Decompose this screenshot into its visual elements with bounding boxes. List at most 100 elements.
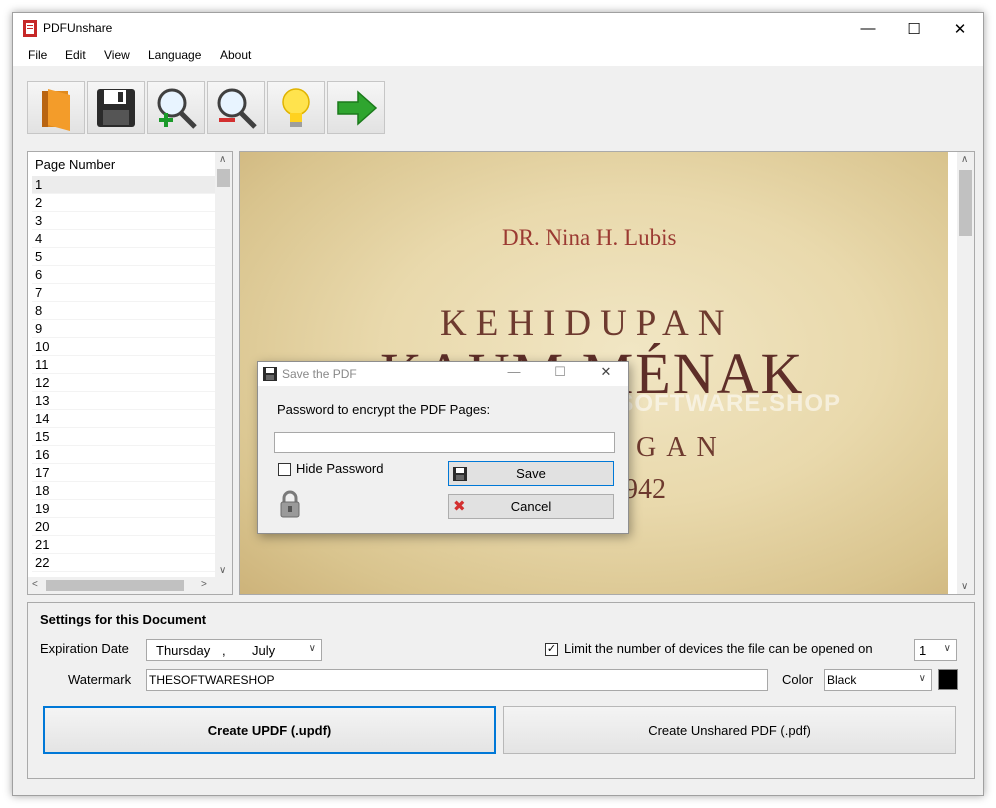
maximize-button[interactable]: ☐: [891, 13, 937, 44]
list-item[interactable]: 9: [32, 320, 216, 338]
device-limit-value: 1: [919, 643, 927, 658]
hide-password-label: Hide Password: [296, 461, 384, 476]
book-title-line-4: 942: [624, 474, 666, 505]
limit-devices-checkbox[interactable]: ✓: [545, 643, 558, 656]
list-item[interactable]: 11: [32, 356, 216, 374]
scroll-thumb[interactable]: [217, 169, 230, 187]
scroll-up-arrow-icon[interactable]: ∧: [219, 154, 226, 165]
expiration-date-picker[interactable]: Thursday , July ∨: [146, 639, 322, 661]
dialog-cancel-button[interactable]: ✖ Cancel: [448, 494, 614, 519]
scroll-left-arrow-icon[interactable]: <: [32, 579, 38, 590]
password-input[interactable]: [274, 432, 615, 453]
scroll-up-arrow-icon[interactable]: ∧: [961, 154, 968, 165]
open-file-button[interactable]: [27, 81, 85, 134]
device-limit-select[interactable]: 1 ∨: [914, 639, 957, 661]
list-item[interactable]: 18: [32, 482, 216, 500]
chevron-down-icon: ∨: [308, 643, 316, 654]
save-button[interactable]: [87, 81, 145, 134]
hide-password-checkbox[interactable]: [278, 463, 291, 476]
page-list-horizontal-scrollbar[interactable]: < >: [28, 577, 232, 594]
menu-about[interactable]: About: [220, 48, 251, 62]
create-unshared-pdf-button[interactable]: Create Unshared PDF (.pdf): [503, 706, 956, 754]
list-item[interactable]: 3: [32, 212, 216, 230]
list-item[interactable]: 16: [32, 446, 216, 464]
menu-bar: File Edit View Language About: [13, 44, 983, 66]
scroll-down-arrow-icon[interactable]: ∨: [961, 581, 968, 592]
dialog-close-button[interactable]: ✕: [592, 364, 620, 384]
green-arrow-icon: [337, 89, 378, 126]
dialog-maximize-button[interactable]: ☐: [546, 364, 574, 384]
scroll-right-arrow-icon[interactable]: >: [201, 579, 207, 590]
menu-language[interactable]: Language: [148, 48, 201, 62]
title-bar: PDFUnshare — ☐ ✕: [13, 13, 983, 44]
color-swatch[interactable]: [938, 669, 958, 690]
color-label: Color: [782, 672, 814, 687]
document-settings-panel: Settings for this Document Expiration Da…: [27, 602, 975, 779]
create-updf-button[interactable]: Create UPDF (.updf): [43, 706, 496, 754]
chevron-down-icon: ∨: [918, 673, 926, 684]
list-item[interactable]: 7: [32, 284, 216, 302]
cancel-x-icon: ✖: [453, 498, 466, 515]
expiration-date-label: Expiration Date: [40, 641, 129, 656]
color-value: Black: [827, 673, 857, 687]
app-icon: [23, 20, 37, 37]
list-item[interactable]: 17: [32, 464, 216, 482]
zoom-in-button[interactable]: [147, 81, 205, 134]
app-window: PDFUnshare — ☐ ✕ File Edit View Language…: [12, 12, 984, 796]
preview-vertical-scrollbar[interactable]: ∧ ∨: [957, 152, 974, 594]
minimize-button[interactable]: —: [845, 13, 891, 44]
dialog-minimize-button[interactable]: —: [500, 364, 528, 384]
book-author: DR. Nina H. Lubis: [502, 225, 677, 250]
lock-icon: [280, 490, 300, 518]
book-title-line-1: KEHIDUPAN: [440, 303, 734, 344]
page-list-vertical-scrollbar[interactable]: ∧ ∨: [215, 152, 232, 578]
list-item[interactable]: 13: [32, 392, 216, 410]
save-label: Save: [516, 466, 546, 481]
tips-button[interactable]: [267, 81, 325, 134]
list-item[interactable]: 10: [32, 338, 216, 356]
dialog-title: Save the PDF: [282, 367, 357, 381]
password-prompt: Password to encrypt the PDF Pages:: [277, 402, 491, 417]
list-item[interactable]: 6: [32, 266, 216, 284]
scroll-thumb[interactable]: [46, 580, 184, 591]
menu-file[interactable]: File: [28, 48, 47, 62]
list-item[interactable]: 19: [32, 500, 216, 518]
list-item[interactable]: 15: [32, 428, 216, 446]
window-title: PDFUnshare: [43, 21, 113, 35]
page-rows: 1 2 3 4 5 6 7 8 9 10 11 12 13 14 15 16 1…: [32, 176, 216, 572]
settings-title: Settings for this Document: [40, 612, 207, 627]
list-item[interactable]: 4: [32, 230, 216, 248]
expiration-day: Thursday: [156, 643, 211, 658]
menu-edit[interactable]: Edit: [65, 48, 86, 62]
chevron-down-icon: ∨: [943, 643, 951, 654]
list-item[interactable]: 14: [32, 410, 216, 428]
list-item[interactable]: 12: [32, 374, 216, 392]
floppy-icon: [453, 467, 467, 481]
list-item[interactable]: 21: [32, 536, 216, 554]
limit-devices-label: Limit the number of devices the file can…: [564, 641, 873, 656]
color-select[interactable]: Black ∨: [824, 669, 932, 691]
dialog-title-bar: Save the PDF — ☐ ✕: [258, 362, 628, 386]
next-button[interactable]: [327, 81, 385, 134]
zoom-out-button[interactable]: [207, 81, 265, 134]
expiration-separator: ,: [222, 643, 226, 658]
list-item[interactable]: 22: [32, 554, 216, 572]
list-item[interactable]: 1: [32, 176, 216, 194]
list-item[interactable]: 2: [32, 194, 216, 212]
scroll-down-arrow-icon[interactable]: ∨: [219, 565, 226, 576]
scroll-thumb[interactable]: [959, 170, 972, 236]
zoom-out-icon: [217, 88, 257, 129]
book-title-line-3: GAN: [636, 432, 727, 463]
page-list[interactable]: Page Number 1 2 3 4 5 6 7 8 9 10 11 12 1…: [27, 151, 233, 595]
list-item[interactable]: 8: [32, 302, 216, 320]
list-item[interactable]: 20: [32, 518, 216, 536]
list-item[interactable]: 5: [32, 248, 216, 266]
zoom-in-icon: [157, 88, 197, 129]
dialog-save-button[interactable]: Save: [448, 461, 614, 486]
watermark-input[interactable]: THESOFTWARESHOP: [146, 669, 768, 691]
open-file-icon: [42, 88, 70, 131]
cancel-label: Cancel: [510, 499, 552, 514]
close-button[interactable]: ✕: [937, 13, 983, 44]
menu-view[interactable]: View: [104, 48, 130, 62]
watermark-label: Watermark: [68, 672, 132, 687]
